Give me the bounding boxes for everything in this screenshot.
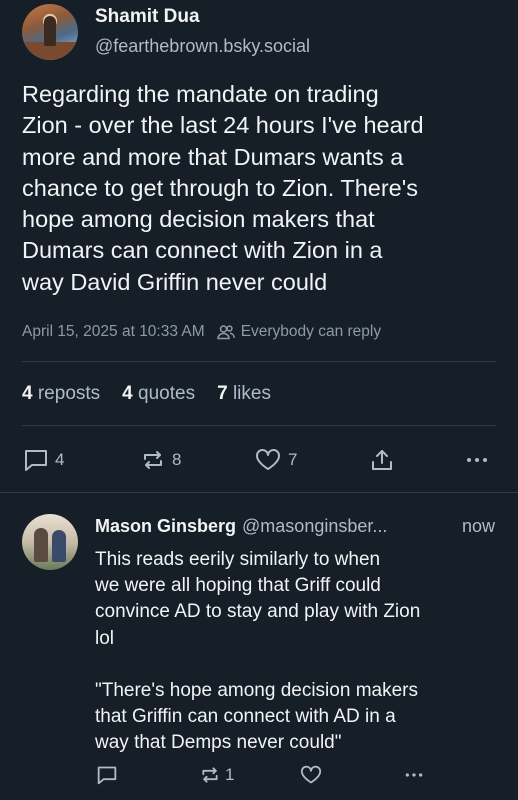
repost-arrows-icon (140, 448, 166, 472)
ellipsis-icon (465, 448, 489, 472)
divider (22, 361, 496, 362)
reply-post[interactable]: Mason Ginsberg @masonginsber... now This … (0, 493, 518, 800)
post-meta: April 15, 2025 at 10:33 AM Everybody can… (22, 323, 381, 341)
reply-time: now (461, 516, 495, 536)
speech-bubble-icon (23, 448, 49, 472)
reply-like-button[interactable] (299, 763, 323, 787)
reposts-count: 4 (22, 383, 33, 404)
reply-author-avatar[interactable] (22, 514, 78, 570)
repost-button[interactable]: 8 (140, 446, 181, 474)
share-upload-icon (369, 447, 395, 473)
author-avatar[interactable] (22, 4, 78, 60)
post-text-line: more and more that Dumars wants a (22, 143, 404, 170)
post-text-line: way David Griffin never could (22, 268, 328, 295)
reply-header: Mason Ginsberg @masonginsber... now (95, 516, 495, 537)
reply-text-line (95, 652, 505, 678)
divider (22, 425, 496, 426)
reposts-label: reposts (37, 383, 101, 404)
heart-icon (299, 765, 323, 785)
post-text: Regarding the mandate on trading Zion - … (22, 79, 512, 298)
author-handle[interactable]: @fearthebrown.bsky.social (95, 36, 310, 57)
likes-label: likes (232, 383, 271, 404)
repost-count: 8 (172, 450, 182, 469)
post-text-line: Zion - over the last 24 hours I've heard (22, 112, 424, 139)
reply-text-line: that Griffin can connect with AD in a (95, 706, 396, 728)
ellipsis-icon (402, 765, 426, 785)
quotes-label: quotes (138, 383, 196, 404)
quotes-stat[interactable]: 4 quotes (122, 383, 195, 405)
reply-repost-button[interactable]: 1 (199, 763, 234, 787)
reply-repost-count: 1 (225, 765, 235, 784)
reply-button[interactable]: 4 (23, 446, 64, 474)
likes-stat[interactable]: 7 likes (217, 383, 271, 405)
post-text-line: hope among decision makers that (22, 206, 375, 233)
more-options-button[interactable] (465, 446, 489, 474)
reply-count: 4 (55, 450, 65, 469)
people-icon (216, 324, 235, 340)
reply-text-line: way that Demps never could" (95, 732, 342, 754)
reply-text-line: This reads eerily similarly to when (95, 549, 381, 570)
author-display-name[interactable]: Shamit Dua (95, 6, 200, 28)
main-post: Shamit Dua @fearthebrown.bsky.social Reg… (0, 0, 518, 492)
post-text-line: Regarding the mandate on trading (22, 81, 379, 107)
reply-text-line: "There's hope among decision makers (95, 680, 418, 701)
reply-more-options-button[interactable] (402, 763, 426, 787)
quotes-count: 4 (122, 383, 133, 404)
post-timestamp[interactable]: April 15, 2025 at 10:33 AM (22, 323, 205, 341)
reply-text: This reads eerily similarly to when we w… (95, 547, 505, 757)
reposts-stat[interactable]: 4 reposts (22, 383, 100, 405)
reply-text-line: we were all hoping that Griff could (95, 575, 381, 597)
reply-reply-button[interactable] (96, 763, 118, 787)
heart-icon (254, 448, 282, 472)
post-text-line: chance to get through to Zion. There's (22, 174, 418, 201)
repost-arrows-icon (199, 765, 221, 785)
reply-author-name[interactable]: Mason Ginsberg (95, 516, 236, 536)
share-button[interactable] (369, 446, 395, 474)
speech-bubble-icon (96, 765, 118, 785)
post-stats: 4 reposts 4 quotes 7 likes (22, 383, 271, 405)
post-actions: 4 8 7 (0, 446, 518, 474)
post-text-line: Dumars can connect with Zion in a (22, 237, 383, 264)
reply-author-handle[interactable]: @masonginsber... (242, 516, 387, 536)
like-button[interactable]: 7 (254, 446, 297, 474)
reply-actions: 1 (0, 763, 518, 787)
reply-setting[interactable]: Everybody can reply (241, 323, 381, 341)
like-count: 7 (288, 450, 298, 469)
likes-count: 7 (217, 383, 228, 404)
reply-text-line: convince AD to stay and play with Zion (95, 601, 421, 623)
reply-text-line: lol (95, 627, 115, 649)
